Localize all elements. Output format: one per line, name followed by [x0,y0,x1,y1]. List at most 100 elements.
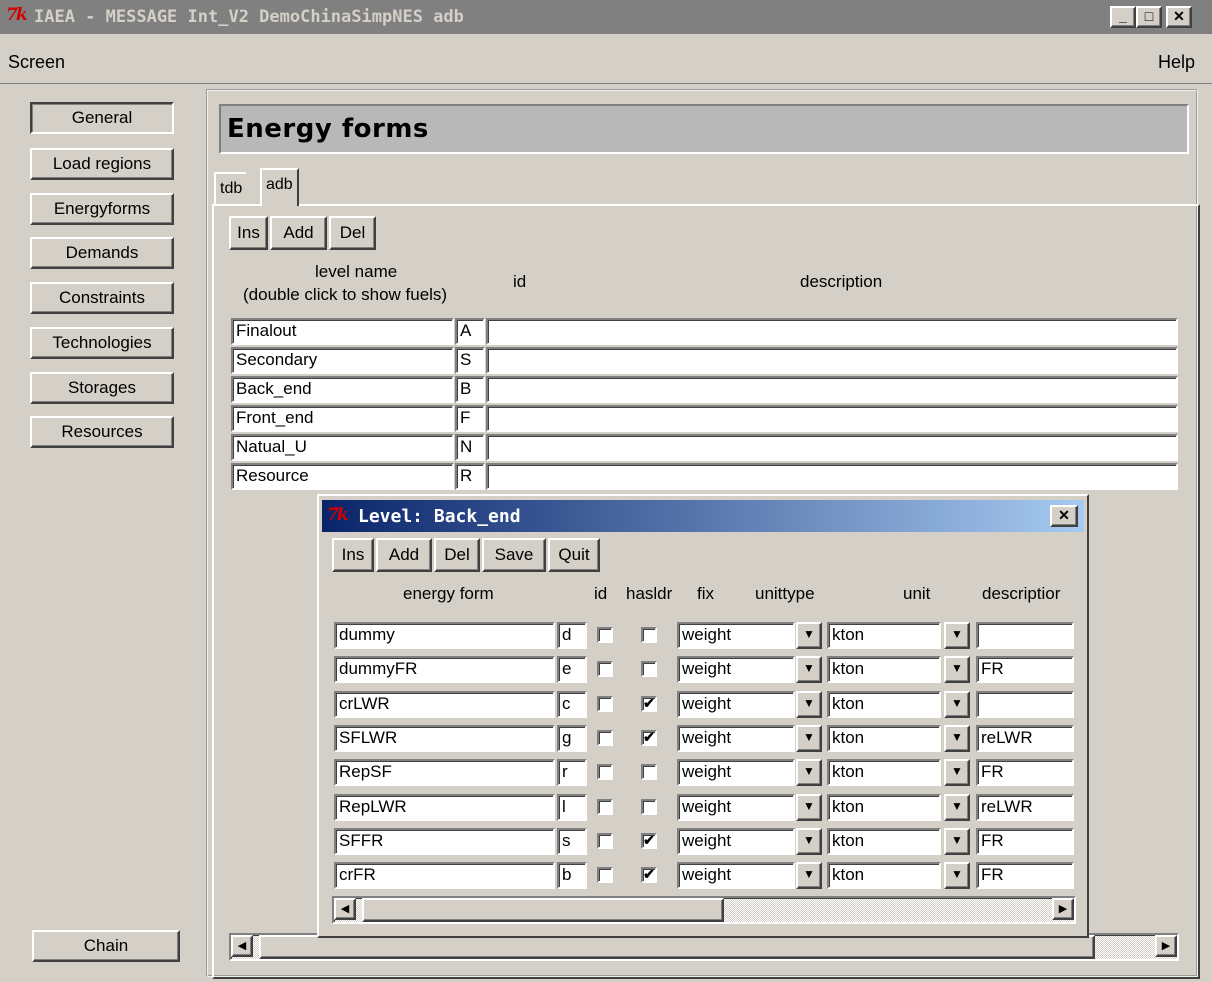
unittype-dropdown-button[interactable]: ▼ [796,759,822,786]
hasldr-checkbox[interactable]: ✔ [641,696,657,712]
unit-select[interactable]: kton [827,622,941,649]
energyform-description-field[interactable]: FR [976,862,1074,889]
unit-dropdown-button[interactable]: ▼ [944,725,970,752]
energyform-id-field[interactable]: l [557,794,587,821]
hasldr-checkbox[interactable]: ✔ [641,833,657,849]
energyform-name-field[interactable]: RepLWR [334,794,555,821]
dialog-add-button[interactable]: Add [376,538,432,572]
unit-select[interactable]: kton [827,691,941,718]
unit-dropdown-button[interactable]: ▼ [944,794,970,821]
energyform-id-field[interactable]: e [557,656,587,683]
fix-checkbox[interactable] [597,833,613,849]
add-button[interactable]: Add [270,216,327,250]
energyform-name-field[interactable]: crLWR [334,691,555,718]
energyform-name-field[interactable]: crFR [334,862,555,889]
tab-tdb[interactable]: tdb [214,172,247,206]
unit-dropdown-button[interactable]: ▼ [944,862,970,889]
level-id-field[interactable]: R [455,463,485,490]
energyform-description-field[interactable] [976,691,1074,718]
energyform-name-field[interactable]: SFLWR [334,725,555,752]
unittype-select[interactable]: weight [677,725,795,752]
level-description-field[interactable] [486,347,1178,374]
main-scroll-left-button[interactable]: ◀ [231,935,253,957]
level-description-field[interactable] [486,318,1178,345]
level-description-field[interactable] [486,463,1178,490]
unit-select[interactable]: kton [827,828,941,855]
unittype-dropdown-button[interactable]: ▼ [796,828,822,855]
unittype-select[interactable]: weight [677,759,795,786]
fix-checkbox[interactable] [597,730,613,746]
hasldr-checkbox[interactable] [641,627,657,643]
dialog-hscroll-thumb[interactable] [362,898,724,922]
unittype-dropdown-button[interactable]: ▼ [796,862,822,889]
fix-checkbox[interactable] [597,799,613,815]
fix-checkbox[interactable] [597,661,613,677]
energyform-description-field[interactable]: FR [976,656,1074,683]
close-button[interactable]: ✕ [1166,6,1192,28]
maximize-button[interactable]: □ [1136,6,1162,28]
energyform-name-field[interactable]: SFFR [334,828,555,855]
dialog-ins-button[interactable]: Ins [332,538,374,572]
energyform-description-field[interactable]: FR [976,828,1074,855]
main-scroll-right-button[interactable]: ▶ [1155,935,1177,957]
unittype-dropdown-button[interactable]: ▼ [796,656,822,683]
unittype-select[interactable]: weight [677,828,795,855]
minimize-button[interactable]: _ [1110,6,1136,28]
unittype-dropdown-button[interactable]: ▼ [796,725,822,752]
nav-energyforms[interactable]: Energyforms [30,193,174,225]
dialog-quit-button[interactable]: Quit [548,538,600,572]
unit-dropdown-button[interactable]: ▼ [944,622,970,649]
energyform-description-field[interactable]: reLWR [976,725,1074,752]
dialog-del-button[interactable]: Del [434,538,480,572]
unittype-select[interactable]: weight [677,794,795,821]
level-description-field[interactable] [486,376,1178,403]
level-name-field[interactable]: Resource [231,463,454,490]
level-name-field[interactable]: Back_end [231,376,454,403]
energyform-description-field[interactable] [976,622,1074,649]
level-id-field[interactable]: F [455,405,485,432]
level-description-field[interactable] [486,434,1178,461]
unit-dropdown-button[interactable]: ▼ [944,828,970,855]
energyform-id-field[interactable]: s [557,828,587,855]
energyform-name-field[interactable]: dummy [334,622,555,649]
nav-technologies[interactable]: Technologies [30,327,174,359]
unittype-dropdown-button[interactable]: ▼ [796,794,822,821]
hasldr-checkbox[interactable] [641,799,657,815]
hasldr-checkbox[interactable] [641,764,657,780]
unit-select[interactable]: kton [827,759,941,786]
fix-checkbox[interactable] [597,764,613,780]
ins-button[interactable]: Ins [229,216,268,250]
tab-adb[interactable]: adb [260,168,299,206]
energyform-id-field[interactable]: d [557,622,587,649]
level-id-field[interactable]: N [455,434,485,461]
del-button[interactable]: Del [329,216,376,250]
energyform-id-field[interactable]: r [557,759,587,786]
nav-chain[interactable]: Chain [32,930,180,962]
unittype-dropdown-button[interactable]: ▼ [796,622,822,649]
main-hscroll-thumb[interactable] [259,935,1095,959]
unittype-select[interactable]: weight [677,656,795,683]
nav-constraints[interactable]: Constraints [30,282,174,314]
fix-checkbox[interactable] [597,696,613,712]
level-name-field[interactable]: Natual_U [231,434,454,461]
hasldr-checkbox[interactable]: ✔ [641,867,657,883]
level-name-field[interactable]: Front_end [231,405,454,432]
level-id-field[interactable]: A [455,318,485,345]
unit-dropdown-button[interactable]: ▼ [944,656,970,683]
fix-checkbox[interactable] [597,627,613,643]
energyform-id-field[interactable]: g [557,725,587,752]
unittype-dropdown-button[interactable]: ▼ [796,691,822,718]
menu-screen[interactable]: Screen [8,52,65,73]
dialog-save-button[interactable]: Save [482,538,546,572]
unit-select[interactable]: kton [827,862,941,889]
nav-demands[interactable]: Demands [30,237,174,269]
nav-load-regions[interactable]: Load regions [30,148,174,180]
menu-help[interactable]: Help [1158,52,1195,73]
level-name-field[interactable]: Secondary [231,347,454,374]
unit-select[interactable]: kton [827,725,941,752]
energyform-description-field[interactable]: reLWR [976,794,1074,821]
hasldr-checkbox[interactable]: ✔ [641,730,657,746]
level-description-field[interactable] [486,405,1178,432]
unit-select[interactable]: kton [827,794,941,821]
nav-storages[interactable]: Storages [30,372,174,404]
